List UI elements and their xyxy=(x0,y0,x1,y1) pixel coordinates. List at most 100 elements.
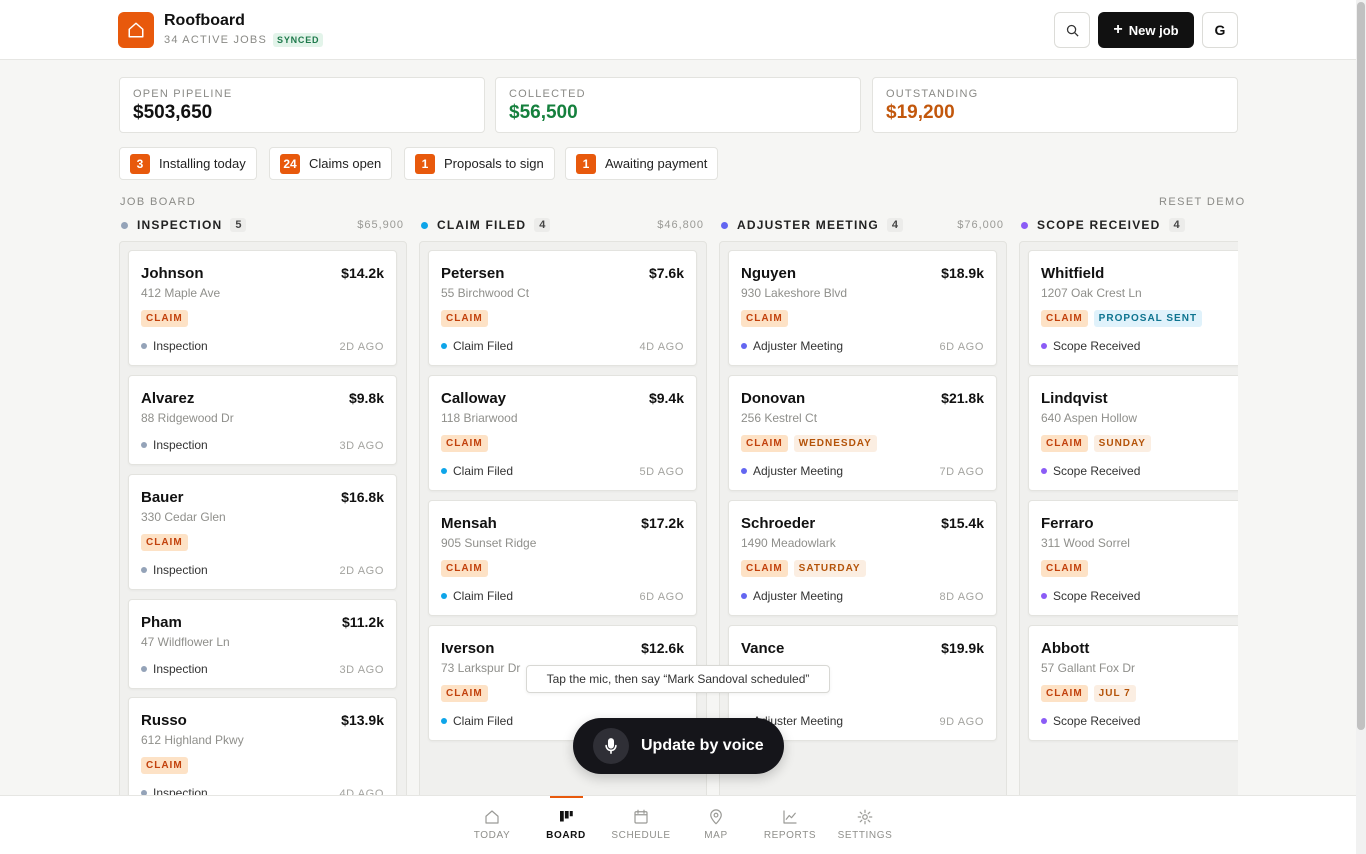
job-amount: $17.2k xyxy=(641,515,684,531)
column-total: $76,000 xyxy=(957,219,1004,231)
job-customer-name: Iverson xyxy=(441,640,495,657)
job-customer-name: Bauer xyxy=(141,489,184,506)
column-title: CLAIM FILED xyxy=(437,218,527,232)
job-tags: CLAIM SUNDAY xyxy=(1041,435,1151,452)
job-customer-name: Abbott xyxy=(1041,640,1090,657)
job-board: SCOPE RECEIVED 4 ADJUSTER MEETING 4 $76,000 C… xyxy=(118,210,1238,795)
nav-map[interactable]: MAP xyxy=(686,796,746,854)
job-card[interactable]: Mensah $17.2k 905 Sunset Ridge CLAIM Claim F… xyxy=(428,500,697,616)
job-tags: CLAIM xyxy=(441,560,488,577)
job-card[interactable]: Petersen $7.6k 55 Birchwood Ct CLAIM Claim F… xyxy=(428,250,697,366)
job-amount: $19.9k xyxy=(941,640,984,656)
search-icon xyxy=(1066,24,1079,37)
job-card[interactable]: Pham $11.2k 47 Wildflower Ln Inspection 3D A… xyxy=(128,599,397,689)
scrollbar-thumb[interactable] xyxy=(1357,2,1365,730)
new-job-label: New job xyxy=(1128,22,1179,38)
status-dot xyxy=(141,343,147,349)
job-age: 8D AGO xyxy=(939,591,984,603)
gear-icon xyxy=(857,809,873,825)
column-color-dot xyxy=(421,221,428,229)
stat-outstanding: OUTSTANDING $19,200 xyxy=(872,77,1238,133)
voice-update-button[interactable]: Update by voice xyxy=(573,718,784,774)
job-card[interactable]: Alvarez $9.8k 88 Ridgewood Dr Inspection 3D … xyxy=(128,375,397,465)
job-amount: $11.2k xyxy=(341,614,384,630)
home-icon xyxy=(485,810,499,824)
job-tag: CLAIM xyxy=(141,757,188,774)
job-card[interactable]: Johnson $14.2k 412 Maple Ave CLAIM Inspectio… xyxy=(128,250,397,366)
job-tags: CLAIM SATURDAY xyxy=(741,560,866,577)
job-tags: CLAIM xyxy=(441,685,488,702)
nav-reports[interactable]: REPORTS xyxy=(760,796,820,854)
job-card[interactable]: Ferraro 311 Wood Sorrel CLAIM Scope Receive… xyxy=(1028,500,1238,616)
job-tag: CLAIM xyxy=(441,685,488,702)
job-tag: CLAIM xyxy=(1041,435,1088,452)
column-color-dot xyxy=(721,221,728,229)
calendar-icon xyxy=(634,809,648,824)
nav-today[interactable]: TODAY xyxy=(462,796,522,854)
job-card[interactable]: Calloway $9.4k 118 Briarwood CLAIM Claim Fil… xyxy=(428,375,697,491)
job-amount: $15.4k xyxy=(941,515,984,531)
job-card[interactable]: Schroeder $15.4k 1490 Meadowlark CLAIM SATUR… xyxy=(728,500,997,616)
job-card[interactable]: Nguyen $18.9k 930 Lakeshore Blvd CLAIM Adjus… xyxy=(728,250,997,366)
job-tag: CLAIM xyxy=(1041,560,1088,577)
nav-settings[interactable]: SETTINGS xyxy=(835,796,895,854)
status-dot xyxy=(441,468,447,474)
search-button[interactable] xyxy=(1054,12,1090,48)
job-amount: $12.6k xyxy=(641,640,684,656)
job-age: 2D AGO xyxy=(339,565,384,577)
job-card[interactable]: Lindqvist 640 Aspen Hollow CLAIM SUNDAY Scop… xyxy=(1028,375,1238,491)
stat-label: OPEN PIPELINE xyxy=(133,88,233,100)
job-status: Scope Received xyxy=(1041,714,1140,728)
job-amount: $9.4k xyxy=(648,390,684,406)
job-age: 3D AGO xyxy=(339,664,384,676)
job-tag: CLAIM xyxy=(741,310,788,327)
nav-label: TODAY xyxy=(473,830,511,841)
page-scrollbar[interactable] xyxy=(1356,0,1366,854)
job-status: Claim Filed xyxy=(441,714,513,728)
job-status-label: Adjuster Meeting xyxy=(753,589,844,603)
chip-claims-open[interactable]: 24 Claims open xyxy=(269,147,393,180)
chip-proposals-to-sign[interactable]: 1 Proposals to sign xyxy=(404,147,555,180)
job-status-label: Inspection xyxy=(153,339,208,353)
job-card[interactable]: Russo $13.9k 612 Highland Pkwy CLAIM Inspect… xyxy=(128,697,397,795)
plus-icon: + xyxy=(1113,21,1123,38)
job-amount: $9.8k xyxy=(348,390,384,406)
status-dot xyxy=(1041,593,1047,599)
job-board-label: JOB BOARD xyxy=(120,196,197,208)
column-title: SCOPE RECEIVED xyxy=(1037,218,1161,232)
stat-value: $56,500 xyxy=(509,102,578,123)
app-logo xyxy=(118,12,154,48)
chip-awaiting-payment[interactable]: 1 Awaiting payment xyxy=(565,147,719,180)
nav-board[interactable]: BOARD xyxy=(536,796,596,854)
job-card[interactable]: Whitfield 1207 Oak Crest Ln CLAIM PROPOSAL … xyxy=(1028,250,1238,366)
column-count: 4 xyxy=(534,218,551,232)
job-card[interactable]: Donovan $21.8k 256 Kestrel Ct CLAIM WEDNESDA… xyxy=(728,375,997,491)
job-address: 1207 Oak Crest Ln xyxy=(1041,286,1142,300)
job-card[interactable]: Abbott 57 Gallant Fox Dr CLAIM JUL 7 Scope R… xyxy=(1028,625,1238,741)
chip-installing-today[interactable]: 3 Installing today xyxy=(119,147,257,180)
job-customer-name: Petersen xyxy=(441,265,505,282)
new-job-button[interactable]: + New job xyxy=(1098,12,1194,48)
column-header: ADJUSTER MEETING 4 $76,000 xyxy=(718,216,1006,234)
job-tag: JUL 7 xyxy=(1093,685,1136,702)
job-status-label: Claim Filed xyxy=(453,339,514,353)
job-tags: CLAIM xyxy=(1041,560,1088,577)
job-tags: CLAIM xyxy=(141,310,188,327)
job-status: Scope Received xyxy=(1041,589,1140,603)
nav-schedule[interactable]: SCHEDULE xyxy=(611,796,671,854)
status-dot xyxy=(141,442,147,448)
board-icon xyxy=(560,811,573,822)
user-avatar[interactable]: G xyxy=(1202,12,1238,48)
job-age: 3D AGO xyxy=(339,440,384,452)
job-tags: CLAIM PROPOSAL SENT xyxy=(1041,310,1203,327)
column-header: SCOPE RECEIVED 4 xyxy=(1018,216,1238,234)
reset-demo-link[interactable]: RESET DEMO xyxy=(1159,196,1246,208)
job-tags: CLAIM xyxy=(441,435,488,452)
voice-button-label: Update by voice xyxy=(641,737,764,754)
bottom-navigation: TODAY BOARD SCHEDULE MAP REPORTS SETTINGS xyxy=(0,795,1356,854)
chip-count: 24 xyxy=(280,153,300,174)
chip-label: Installing today xyxy=(159,156,246,171)
mic-button[interactable] xyxy=(593,728,629,764)
job-card[interactable]: Bauer $16.8k 330 Cedar Glen CLAIM Inspection… xyxy=(128,474,397,590)
microphone-icon xyxy=(605,738,617,754)
